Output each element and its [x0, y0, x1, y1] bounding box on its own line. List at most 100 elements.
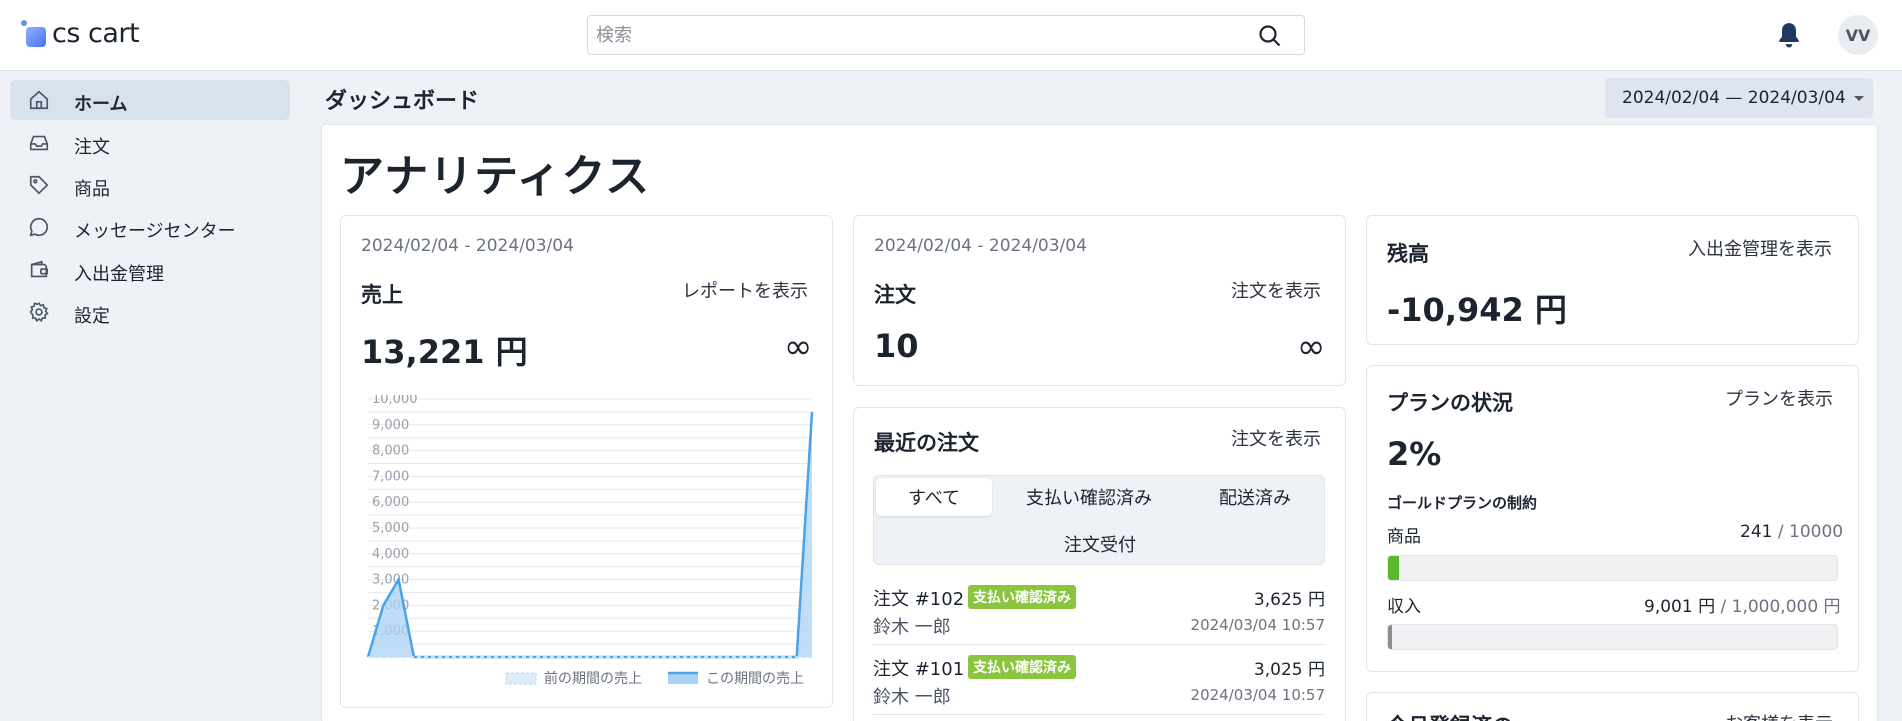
status-badge: 支払い確認済み: [968, 585, 1076, 609]
sidebar: ホーム 注文 商品 メッセージセンター 入出金管理 設定: [0, 71, 298, 721]
order-customer: 鈴木 一郎: [873, 617, 951, 638]
revenue-limit: 1,000,000 円: [1731, 597, 1841, 617]
tag-icon: [29, 175, 49, 195]
sidebar-item-products[interactable]: 商品: [10, 165, 290, 205]
balance-value: -10,942 円: [1387, 291, 1567, 329]
y-tick-label: 7,000: [372, 469, 409, 484]
order-date: 2024/03/04 10:57: [1190, 616, 1325, 634]
y-tick-label: 5,000: [372, 521, 409, 536]
home-icon: [29, 90, 49, 110]
plan-products-usage: 241 / 10000: [1740, 522, 1843, 542]
sidebar-item-settings[interactable]: 設定: [10, 292, 290, 332]
orders-value: 10: [874, 327, 919, 365]
y-tick-label: 9,000: [372, 418, 409, 433]
sales-report-link[interactable]: レポートを表示: [682, 277, 808, 303]
sidebar-item-payouts[interactable]: 入出金管理: [10, 250, 290, 290]
analytics-title: アナリティクス: [340, 151, 651, 202]
recent-orders-title: 最近の注文: [874, 431, 979, 455]
sidebar-item-label: メッセージセンター: [74, 221, 236, 242]
date-range-picker[interactable]: 2024/02/04 — 2024/03/04: [1605, 78, 1873, 118]
legend-label-current: この期間の売上: [706, 671, 804, 687]
products-used: 241: [1740, 522, 1773, 542]
order-row[interactable]: 注文 #101 支払い確認済み 3,025 円 鈴木 一郎 2024/03/04…: [873, 645, 1325, 715]
sidebar-item-message-center[interactable]: メッセージセンター: [10, 207, 290, 247]
tab-all[interactable]: すべて: [876, 478, 992, 516]
order-date: 2024/03/04 10:57: [1190, 686, 1325, 704]
y-tick-label: 8,000: [372, 444, 409, 459]
status-badge: 支払い確認済み: [968, 655, 1076, 679]
sales-value: 13,221 円: [361, 333, 528, 371]
gear-icon: [29, 302, 49, 322]
plan-products-label: 商品: [1387, 527, 1421, 547]
products-limit: 10000: [1789, 522, 1844, 542]
revenue-used: 9,001 円: [1644, 597, 1716, 617]
y-tick-label: 3,000: [372, 573, 409, 588]
sidebar-item-home[interactable]: ホーム: [10, 80, 290, 120]
legend-swatch-current: [668, 673, 698, 684]
payouts-link[interactable]: 入出金管理を表示: [1688, 235, 1832, 261]
sidebar-item-label: 入出金管理: [74, 264, 164, 285]
order-amount: 3,625 円: [1253, 590, 1325, 610]
tab-shipped[interactable]: 配送済み: [1186, 478, 1324, 516]
search-box[interactable]: [587, 15, 1305, 55]
orders-date-range: 2024/02/04 - 2024/03/04: [874, 236, 1087, 256]
customers-view-link[interactable]: お客様を表示: [1725, 710, 1833, 721]
logo-mark: [20, 19, 46, 49]
plan-subtitle: ゴールドプランの制約: [1387, 494, 1538, 512]
orders-title: 注文: [874, 283, 916, 307]
sidebar-item-label: 設定: [74, 306, 110, 327]
search-icon[interactable]: [1258, 24, 1282, 48]
search-input[interactable]: [596, 22, 1236, 48]
inbox-icon: [29, 135, 49, 151]
current-period-line: [366, 411, 814, 659]
order-status-tabs: すべて 支払い確認済み 配送済み 注文受付: [873, 475, 1325, 565]
sales-change: ∞: [784, 327, 813, 367]
chat-icon: [29, 217, 49, 237]
logo[interactable]: cs cart: [20, 18, 140, 49]
new-customers-title: 今月登録済の: [1387, 710, 1513, 721]
wallet-icon: [30, 260, 49, 278]
logo-text: cs cart: [52, 18, 140, 49]
revenue-progress-bar: [1387, 624, 1838, 650]
tab-payment-confirmed[interactable]: 支払い確認済み: [994, 478, 1184, 516]
recent-orders-link[interactable]: 注文を表示: [1231, 425, 1321, 451]
balance-title: 残高: [1387, 242, 1429, 266]
sidebar-item-label: 商品: [74, 179, 110, 200]
page-title: ダッシュボード: [325, 89, 480, 114]
plan-percent: 2%: [1387, 435, 1442, 473]
plan-title: プランの状況: [1387, 391, 1513, 415]
caret-down-icon: [1853, 95, 1864, 101]
plan-revenue-label: 収入: [1387, 597, 1421, 617]
legend-swatch-previous: [505, 672, 537, 685]
order-row[interactable]: 注文 #102 支払い確認済み 3,625 円 鈴木 一郎 2024/03/04…: [873, 575, 1325, 645]
sidebar-item-label: ホーム: [74, 94, 128, 115]
y-tick-label: 4,000: [372, 547, 409, 562]
order-number[interactable]: 注文 #101: [873, 655, 964, 681]
products-sep: /: [1772, 522, 1789, 542]
y-tick-label: 6,000: [372, 495, 409, 510]
top-bar: cs cart VV: [0, 0, 1902, 71]
current-period-area: [368, 411, 812, 657]
sales-date-range: 2024/02/04 - 2024/03/04: [361, 236, 574, 256]
avatar[interactable]: VV: [1838, 15, 1878, 55]
date-range-value: 2024/02/04 — 2024/03/04: [1622, 88, 1846, 108]
sales-title: 売上: [361, 283, 403, 307]
revenue-sep: /: [1715, 597, 1732, 617]
y-tick-label: 10,000: [372, 395, 418, 407]
legend-label-previous: 前の期間の売上: [544, 670, 642, 687]
sidebar-item-label: 注文: [74, 137, 110, 158]
products-progress-bar: [1387, 555, 1838, 581]
plan-revenue-usage: 9,001 円 / 1,000,000 円: [1644, 592, 1841, 617]
sidebar-item-orders[interactable]: 注文: [10, 123, 290, 163]
products-progress-fill: [1388, 556, 1399, 580]
orders-change: ∞: [1297, 327, 1326, 367]
bell-icon[interactable]: [1776, 21, 1802, 49]
order-customer: 鈴木 一郎: [873, 687, 951, 708]
sales-chart: 10,000 9,000 8,000 7,000 6,000 5,000 4,000 3,00…: [366, 395, 814, 687]
revenue-progress-fill: [1388, 625, 1393, 649]
order-number[interactable]: 注文 #102: [873, 585, 964, 611]
tab-order-received[interactable]: 注文受付: [876, 525, 1324, 563]
orders-view-link[interactable]: 注文を表示: [1231, 277, 1321, 303]
plan-view-link[interactable]: プランを表示: [1725, 385, 1833, 411]
order-amount: 3,025 円: [1253, 660, 1325, 680]
